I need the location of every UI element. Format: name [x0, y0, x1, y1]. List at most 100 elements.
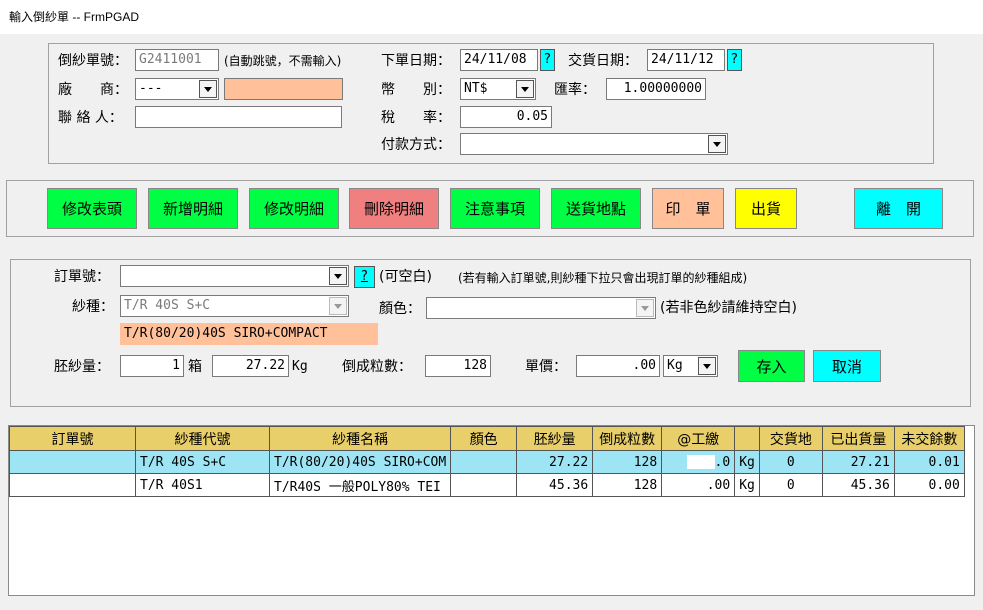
col-header-order[interactable]: 訂單號: [9, 426, 136, 451]
chevron-down-icon[interactable]: [636, 299, 654, 317]
detail-order-combo[interactable]: [120, 265, 349, 287]
cell-fee-value: .0: [714, 454, 731, 470]
rate-field[interactable]: 1.00000000: [606, 78, 706, 100]
cell-color: [450, 450, 518, 474]
order-date-field[interactable]: 24/11/08: [460, 49, 538, 71]
cell-fee: .00: [661, 473, 736, 497]
color-hint: (若非色紗請維持空白): [660, 300, 797, 316]
order-date-label: 下單日期：: [381, 53, 451, 69]
col-header-cones[interactable]: 倒成粒數: [592, 426, 663, 451]
delivery-place-button[interactable]: 送貨地點: [551, 188, 641, 229]
order-no-label: 倒紗單號：: [58, 53, 128, 69]
order-no-field[interactable]: G2411001: [135, 49, 219, 71]
chevron-down-icon[interactable]: [698, 357, 716, 375]
cell-name: T/R(80/20)40S SIRO+COM: [268, 450, 452, 474]
chevron-down-icon[interactable]: [329, 297, 347, 315]
yarn-label: 紗種：: [72, 299, 114, 315]
notes-button[interactable]: 注意事項: [450, 188, 540, 229]
table-row[interactable]: T/R 40S S+C T/R(80/20)40S SIRO+COM 27.22…: [9, 450, 965, 474]
raw-yarn-label: 胚紗量：: [54, 359, 110, 375]
payment-combo[interactable]: [460, 133, 728, 155]
vendor-name-field[interactable]: [224, 78, 343, 100]
order-no-hint: (自動跳號，不需輸入): [224, 54, 342, 68]
delivery-date-label: 交貨日期：: [568, 53, 638, 69]
cell-cones: 128: [592, 473, 663, 497]
add-detail-button[interactable]: 新增明細: [148, 188, 238, 229]
exit-button[interactable]: 離 開: [854, 188, 943, 229]
payment-label: 付款方式：: [381, 137, 451, 153]
col-header-color[interactable]: 顏色: [450, 426, 518, 451]
fee-mask: [686, 455, 715, 469]
delivery-date-help-button[interactable]: ?: [727, 49, 742, 71]
contact-label: 聯 絡 人：: [58, 110, 123, 126]
order-date-help-button[interactable]: ?: [540, 49, 555, 71]
raw-boxes-field[interactable]: 1: [120, 355, 184, 377]
col-header-code[interactable]: 紗種代號: [135, 426, 270, 451]
detail-table: 訂單號 紗種代號 紗種名稱 顏色 胚紗量 倒成粒數 @工繳 交貨地 已出貨量 未…: [9, 426, 965, 497]
kg-unit-label: Kg: [292, 359, 308, 374]
cell-order: [9, 473, 136, 497]
col-header-fee[interactable]: @工繳: [661, 426, 736, 451]
detail-order-help-button[interactable]: ?: [354, 266, 375, 288]
cones-label: 倒成粒數：: [342, 359, 412, 375]
yarn-description: T/R(80/20)40S SIRO+COMPACT: [120, 323, 378, 345]
raw-weight-field[interactable]: 27.22: [212, 355, 289, 377]
table-header-row: 訂單號 紗種代號 紗種名稱 顏色 胚紗量 倒成粒數 @工繳 交貨地 已出貨量 未…: [9, 426, 965, 451]
delete-detail-button[interactable]: 刪除明細: [349, 188, 439, 229]
cell-unit: Kg: [734, 473, 760, 497]
window-title: 輸入倒紗單 -- FrmPGAD: [0, 0, 983, 34]
price-unit-value: Kg: [667, 358, 683, 373]
table-row[interactable]: T/R 40S1 T/R40S 一般POLY80% TEI 45.36 128 …: [9, 473, 965, 497]
cell-code: T/R 40S S+C: [135, 450, 270, 474]
cell-color: [450, 473, 518, 497]
cell-place: 0: [758, 473, 823, 497]
color-combo[interactable]: [426, 297, 656, 319]
price-value: .00: [632, 358, 656, 373]
print-button[interactable]: 印 單: [652, 188, 724, 229]
col-header-remain[interactable]: 未交餘數: [893, 426, 965, 451]
col-header-raw[interactable]: 胚紗量: [516, 426, 594, 451]
chevron-down-icon[interactable]: [708, 135, 726, 153]
tax-field[interactable]: 0.05: [460, 106, 552, 128]
cell-raw: 27.22: [516, 450, 594, 474]
vendor-code-combo[interactable]: ---: [135, 78, 219, 100]
currency-combo[interactable]: NT$: [460, 78, 536, 100]
cell-unit: Kg: [734, 450, 760, 474]
chevron-down-icon[interactable]: [329, 267, 347, 285]
cell-order: [9, 450, 136, 474]
price-label: 單價：: [525, 359, 567, 375]
yarn-value: T/R 40S S+C: [124, 298, 211, 313]
yarn-combo[interactable]: T/R 40S S+C: [120, 295, 349, 317]
currency-label: 幣 別：: [381, 82, 451, 98]
col-header-name[interactable]: 紗種名稱: [268, 426, 452, 451]
cell-raw: 45.36: [516, 473, 594, 497]
cell-place: 0: [758, 450, 823, 474]
price-field[interactable]: .00: [576, 355, 660, 377]
contact-field[interactable]: [135, 106, 342, 128]
save-button[interactable]: 存入: [738, 350, 805, 382]
rate-label: 匯率：: [554, 82, 596, 98]
price-unit-combo[interactable]: Kg: [663, 355, 718, 377]
col-header-unit[interactable]: [734, 426, 760, 451]
price-mask: [604, 358, 633, 373]
col-header-place[interactable]: 交貨地: [758, 426, 823, 451]
cones-field[interactable]: 128: [425, 355, 491, 377]
detail-grid[interactable]: 訂單號 紗種代號 紗種名稱 顏色 胚紗量 倒成粒數 @工繳 交貨地 已出貨量 未…: [8, 425, 975, 596]
box-unit-label: 箱: [188, 359, 202, 375]
cancel-button[interactable]: 取消: [813, 350, 881, 382]
cell-name: T/R40S 一般POLY80% TEI: [268, 473, 452, 497]
edit-header-button[interactable]: 修改表頭: [47, 188, 137, 229]
detail-order-optional: (可空白): [379, 269, 432, 285]
detail-order-hint: (若有輸入訂單號,則紗種下拉只會出現訂單的紗種組成): [458, 271, 748, 285]
vendor-code-value: ---: [139, 81, 163, 96]
chevron-down-icon[interactable]: [516, 80, 534, 98]
ship-button[interactable]: 出貨: [735, 188, 797, 229]
chevron-down-icon[interactable]: [199, 80, 217, 98]
cell-remain: 0.01: [893, 450, 965, 474]
col-header-shipped[interactable]: 已出貨量: [821, 426, 895, 451]
vendor-label: 廠 商：: [58, 82, 128, 98]
delivery-date-field[interactable]: 24/11/12: [647, 49, 725, 71]
cell-shipped: 45.36: [821, 473, 895, 497]
cell-fee: .0: [661, 450, 736, 474]
edit-detail-button[interactable]: 修改明細: [249, 188, 339, 229]
